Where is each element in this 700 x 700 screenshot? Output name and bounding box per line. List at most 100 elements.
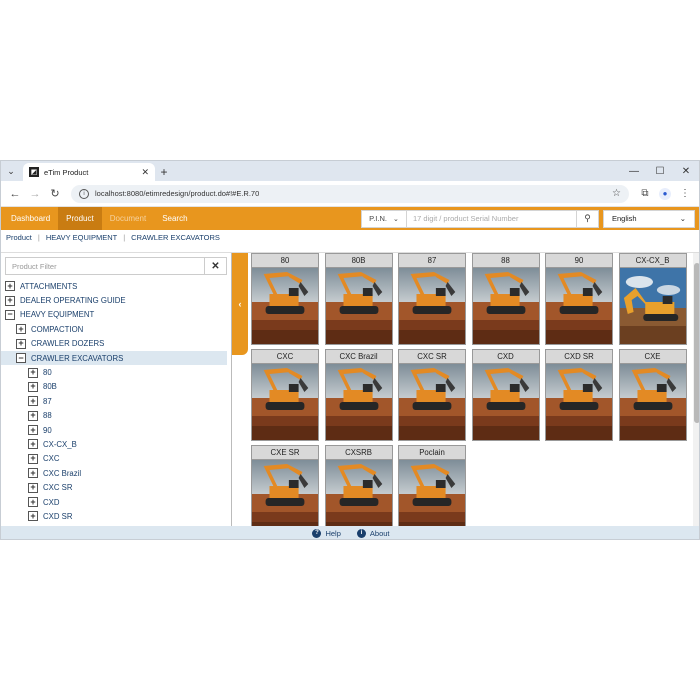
nav-document[interactable]: Document <box>102 207 154 230</box>
nav-search[interactable]: Search <box>154 207 195 230</box>
scrollbar-thumb[interactable] <box>694 263 699 423</box>
product-card-image[interactable] <box>325 364 392 440</box>
expand-icon[interactable]: + <box>16 338 26 349</box>
product-card-image[interactable] <box>472 364 539 440</box>
tree-node[interactable]: + CXD SR <box>1 509 231 523</box>
collapse-icon[interactable]: − <box>5 309 15 320</box>
breadcrumb-product[interactable]: Product <box>6 233 32 242</box>
tree-node[interactable]: + CXC SR <box>1 480 231 494</box>
product-card[interactable]: 88 <box>471 253 540 345</box>
new-tab-icon[interactable]: + <box>155 163 173 181</box>
omnibox[interactable]: i localhost:8080/etimredesign/product.do… <box>71 184 629 203</box>
tree-node[interactable]: +88 <box>1 409 231 423</box>
product-card[interactable]: 80 <box>251 253 319 345</box>
tree-node[interactable]: +87 <box>1 394 231 408</box>
product-card-image[interactable] <box>619 268 686 344</box>
product-card-image[interactable] <box>252 364 318 440</box>
back-icon[interactable]: ← <box>5 184 25 204</box>
expand-icon[interactable]: + <box>28 396 38 407</box>
tree-node[interactable]: + ATTACHMENTS <box>1 279 231 293</box>
url-text[interactable]: localhost:8080/etimredesign/product.do#!… <box>95 189 612 198</box>
product-card[interactable]: Poclain <box>398 445 466 527</box>
expand-icon[interactable]: + <box>28 439 38 450</box>
serial-number-input[interactable] <box>407 209 577 228</box>
product-card-image[interactable] <box>325 268 392 344</box>
product-card-image[interactable] <box>325 460 392 527</box>
language-select[interactable]: English ⌄ <box>603 209 695 228</box>
nav-dashboard[interactable]: Dashboard <box>3 207 58 230</box>
nav-product[interactable]: Product <box>58 207 102 230</box>
product-card[interactable]: CXD <box>471 349 540 441</box>
tree-node[interactable]: − CRAWLER EXCAVATORS <box>1 350 227 366</box>
expand-icon[interactable]: + <box>16 324 26 335</box>
expand-icon[interactable]: + <box>5 295 15 306</box>
product-card[interactable]: CXE <box>618 349 687 441</box>
product-card-image[interactable] <box>546 268 612 344</box>
browser-tab[interactable]: ◩ eTim Product ✕ <box>23 163 155 181</box>
product-card-image[interactable] <box>546 364 612 440</box>
product-card-image[interactable] <box>399 364 465 440</box>
extensions-icon[interactable]: ⧉ <box>635 184 655 204</box>
breadcrumb-crawler-excavators[interactable]: CRAWLER EXCAVATORS <box>131 233 220 242</box>
product-card[interactable]: 87 <box>398 253 466 345</box>
profile-icon[interactable]: ● <box>655 184 675 204</box>
product-card-image[interactable] <box>252 268 318 344</box>
search-button[interactable]: ⚲ <box>577 209 599 228</box>
tree-node[interactable]: + DEALER OPERATING GUIDE <box>1 293 231 307</box>
tree-node[interactable]: + CXC <box>1 452 231 466</box>
tree-node[interactable]: +80B <box>1 380 231 394</box>
tree-node[interactable]: + CX-CX_B <box>1 437 231 451</box>
product-card-image[interactable] <box>399 268 465 344</box>
product-card[interactable]: CXC Brazil <box>324 349 393 441</box>
tree-node[interactable]: + CXC Brazil <box>1 466 231 480</box>
product-card[interactable]: 90 <box>545 253 613 345</box>
tree-node[interactable]: + CXD <box>1 495 231 509</box>
expand-icon[interactable]: + <box>28 425 38 436</box>
minimize-icon[interactable]: — <box>621 161 647 181</box>
clear-filter-icon[interactable]: ✕ <box>204 258 226 274</box>
close-tab-icon[interactable]: ✕ <box>141 167 149 178</box>
expand-icon[interactable]: + <box>5 281 15 292</box>
expand-icon[interactable]: + <box>28 511 38 522</box>
forward-icon[interactable]: → <box>25 184 45 204</box>
tree-node[interactable]: − HEAVY EQUIPMENT <box>1 308 231 322</box>
menu-dots-icon[interactable]: ⋮ <box>675 184 695 204</box>
expand-icon[interactable]: + <box>28 453 38 464</box>
product-card[interactable]: CXE SR <box>251 445 319 527</box>
about-link[interactable]: i About <box>356 528 390 538</box>
tab-search-icon[interactable]: ⌄ <box>1 161 21 181</box>
maximize-icon[interactable]: ☐ <box>647 161 673 181</box>
site-info-icon[interactable]: i <box>79 188 89 199</box>
breadcrumb-separator: | <box>123 232 126 242</box>
product-card[interactable]: CX-CX_B <box>618 253 687 345</box>
product-card-image[interactable] <box>252 460 318 527</box>
product-card[interactable]: CXD SR <box>545 349 613 441</box>
tree-node[interactable]: + CRAWLER DOZERS <box>1 337 231 351</box>
expand-icon[interactable]: + <box>28 410 38 421</box>
product-filter-input[interactable] <box>6 258 204 274</box>
tree-node[interactable]: +80 <box>1 365 231 379</box>
tree-node[interactable]: + COMPACTION <box>1 322 231 336</box>
gallery-scrollbar[interactable] <box>693 253 699 527</box>
product-card-image[interactable] <box>472 268 539 344</box>
main-area: ✕ +ATTACHMENTS+DEALER OPERATING GUIDE−HE… <box>1 252 699 527</box>
product-card[interactable]: CXSRB <box>324 445 393 527</box>
help-link[interactable]: ? Help <box>312 528 341 538</box>
product-card-image[interactable] <box>399 460 465 527</box>
tree-node[interactable]: +90 <box>1 423 231 437</box>
expand-icon[interactable]: + <box>28 367 38 378</box>
product-card[interactable]: 80B <box>324 253 393 345</box>
product-card[interactable]: CXC SR <box>398 349 466 441</box>
reload-icon[interactable]: ↻ <box>45 184 65 204</box>
expand-icon[interactable]: + <box>28 497 38 508</box>
product-card-image[interactable] <box>619 364 686 440</box>
close-window-icon[interactable]: ✕ <box>673 161 699 181</box>
collapse-icon[interactable]: − <box>16 353 26 364</box>
product-card[interactable]: CXC <box>251 349 319 441</box>
expand-icon[interactable]: + <box>28 381 38 392</box>
pin-select[interactable]: P.I.N. ⌄ <box>361 209 407 228</box>
bookmark-star-icon[interactable]: ☆ <box>612 188 621 199</box>
expand-icon[interactable]: + <box>28 468 38 479</box>
expand-icon[interactable]: + <box>28 482 38 493</box>
breadcrumb-heavy-equipment[interactable]: HEAVY EQUIPMENT <box>46 233 117 242</box>
